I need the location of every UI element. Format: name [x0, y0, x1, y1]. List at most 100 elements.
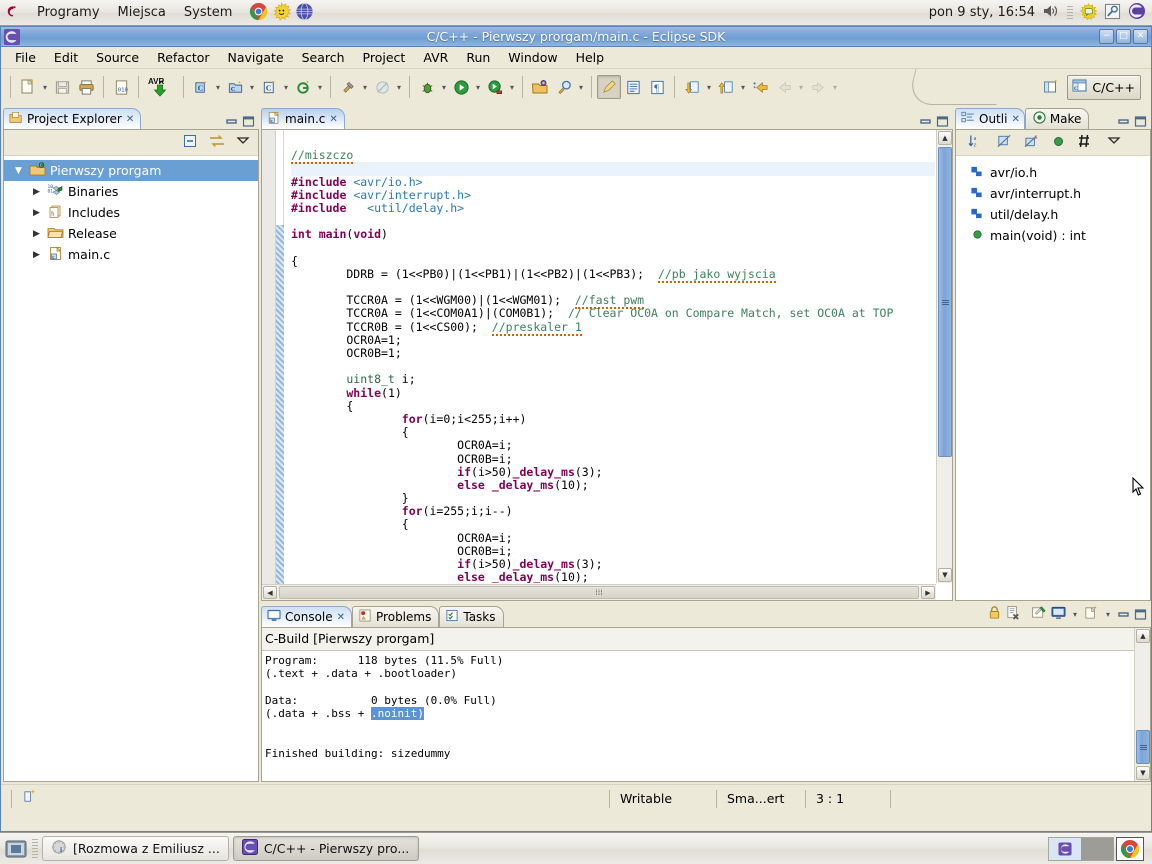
sun-icon[interactable] [272, 1, 292, 24]
volume-icon[interactable] [1042, 3, 1060, 22]
scrollbar-thumb[interactable] [938, 147, 952, 457]
new-c-file-dropdown-icon[interactable]: ▾ [281, 75, 291, 99]
scroll-down-icon[interactable]: ▼ [1136, 766, 1150, 780]
search-dropdown-icon[interactable]: ▾ [576, 75, 586, 99]
close-icon[interactable]: ✕ [329, 114, 337, 125]
debug-dropdown-icon[interactable]: ▾ [439, 75, 449, 99]
outline-item-util-delay[interactable]: util/delay.h [956, 204, 1150, 225]
console-output[interactable]: Program: 118 bytes (11.5% Full) (.text + … [262, 651, 1150, 760]
build-disabled-dropdown-icon[interactable]: ▾ [394, 75, 404, 99]
link-with-editor-icon[interactable] [208, 133, 226, 152]
editor-horizontal-scrollbar[interactable]: ◀ ⁞⁞⁞ ▶ [262, 584, 936, 600]
minimize-icon[interactable] [919, 115, 932, 128]
new-c-class-dropdown-icon[interactable]: ▾ [213, 75, 223, 99]
open-console-icon[interactable] [1084, 605, 1099, 623]
previous-annotation-icon[interactable] [714, 75, 738, 99]
build-all-icon[interactable]: 010 [109, 75, 133, 99]
tab-make[interactable]: Make [1024, 108, 1090, 129]
tree-item-binaries[interactable]: ▶ 10 01 Binaries [4, 181, 258, 202]
new-c-class-icon[interactable]: C [189, 75, 213, 99]
menu-window[interactable]: Window [499, 47, 566, 68]
maximize-button[interactable]: □ [1116, 29, 1131, 44]
forward-dropdown-icon[interactable]: ▾ [830, 75, 840, 99]
maximize-icon[interactable] [1134, 115, 1147, 128]
chevron-down-icon[interactable]: ▼ [12, 166, 25, 176]
minimize-button[interactable]: − [1099, 29, 1114, 44]
open-resource-icon[interactable] [528, 75, 552, 99]
new-c-project-dropdown-icon[interactable]: ▾ [247, 75, 257, 99]
close-icon[interactable]: ✕ [337, 612, 345, 623]
menu-avr[interactable]: AVR [414, 47, 457, 68]
maximize-icon[interactable] [1134, 608, 1147, 621]
previous-annotation-dropdown-icon[interactable]: ▾ [738, 75, 748, 99]
menu-project[interactable]: Project [354, 47, 415, 68]
outline-item-avr-io[interactable]: avr/io.h [956, 162, 1150, 183]
chevron-right-icon[interactable]: ▶ [30, 187, 43, 197]
show-desktop-icon[interactable] [4, 837, 28, 861]
minimize-icon[interactable] [225, 115, 238, 128]
view-menu-icon[interactable] [236, 135, 250, 150]
globe-icon[interactable] [295, 2, 314, 24]
toggle-mark-occurrences-icon[interactable] [597, 75, 621, 99]
tab-console[interactable]: Console ✕ [261, 606, 353, 627]
hide-macros-icon[interactable] [1076, 133, 1092, 152]
close-icon[interactable]: ✕ [126, 114, 134, 125]
display-console-dropdown-icon[interactable]: ▾ [1070, 602, 1080, 626]
menu-edit[interactable]: Edit [45, 47, 87, 68]
close-button[interactable]: ✕ [1133, 29, 1148, 44]
print-icon[interactable] [74, 75, 98, 99]
chevron-right-icon[interactable]: ▶ [30, 250, 43, 260]
sort-az-icon[interactable]: a z [968, 133, 985, 152]
menu-navigate[interactable]: Navigate [219, 47, 293, 68]
build-dropdown-icon[interactable]: ▾ [360, 75, 370, 99]
last-edit-location-icon[interactable] [748, 75, 772, 99]
view-menu-icon[interactable] [1107, 135, 1121, 150]
panel-menu-miejsca[interactable]: Miejsca [109, 2, 175, 23]
back-dropdown-icon[interactable]: ▾ [796, 75, 806, 99]
maximize-icon[interactable] [242, 115, 255, 128]
hide-static-icon[interactable]: S [1024, 133, 1041, 152]
lock-console-icon[interactable] [987, 605, 1002, 623]
console-vertical-scrollbar[interactable]: ▲ ▼ [1134, 628, 1150, 781]
search-icon[interactable] [552, 75, 576, 99]
menu-file[interactable]: File [6, 47, 45, 68]
debian-swirl-icon[interactable] [0, 2, 24, 24]
external-tools-icon[interactable] [483, 75, 507, 99]
editor-annotation-ruler[interactable] [276, 130, 284, 600]
avr-download-icon[interactable]: AVR [144, 75, 178, 99]
collapse-all-icon[interactable] [182, 133, 198, 152]
eclipse-icon[interactable] [1128, 2, 1146, 23]
scroll-up-icon[interactable]: ▲ [938, 131, 952, 145]
workspace-1[interactable] [1049, 837, 1081, 860]
perspective-cpp-button[interactable]: C C/C++ [1067, 74, 1141, 100]
next-annotation-dropdown-icon[interactable]: ▾ [704, 75, 714, 99]
display-console-icon[interactable] [1051, 606, 1066, 623]
update-icon[interactable] [1079, 2, 1098, 23]
show-pilcrow-icon[interactable]: ¶ [645, 75, 669, 99]
taskbar-button-pidgin[interactable]: i [Rozmowa z Emiliusz ... [42, 836, 229, 861]
editor-gutter[interactable] [262, 130, 276, 600]
tree-item-pierwszy-prorgam[interactable]: ▼ C Pierwszy prorgam [4, 160, 258, 181]
pin-console-icon[interactable] [1031, 605, 1047, 623]
new-g-dropdown-icon[interactable]: ▾ [315, 75, 325, 99]
minimize-icon[interactable] [1117, 115, 1130, 128]
new-wizard-dropdown-icon[interactable]: ▾ [40, 75, 50, 99]
menu-help[interactable]: Help [567, 47, 614, 68]
save-icon[interactable] [50, 75, 74, 99]
back-icon[interactable] [772, 75, 796, 99]
workspace-2[interactable] [1081, 837, 1113, 860]
tab-project-explorer[interactable]: Project Explorer ✕ [3, 108, 142, 129]
hide-nonpublic-icon[interactable] [1052, 135, 1065, 151]
forward-icon[interactable] [806, 75, 830, 99]
tab-tasks[interactable]: Tasks [439, 606, 504, 627]
new-wizard-icon[interactable] [16, 75, 40, 99]
outline-item-main[interactable]: main(void) : int [956, 225, 1150, 246]
external-tools-dropdown-icon[interactable]: ▾ [507, 75, 517, 99]
tab-outline[interactable]: Outli ✕ [955, 108, 1025, 129]
panel-clock[interactable]: pon 9 sty, 16:54 [929, 5, 1035, 20]
chrome-icon[interactable] [249, 2, 268, 24]
outline-item-avr-interrupt[interactable]: avr/interrupt.h [956, 183, 1150, 204]
search-icon[interactable] [1104, 3, 1121, 23]
hide-fields-icon[interactable] [996, 133, 1013, 152]
minimize-icon[interactable] [1117, 608, 1130, 621]
